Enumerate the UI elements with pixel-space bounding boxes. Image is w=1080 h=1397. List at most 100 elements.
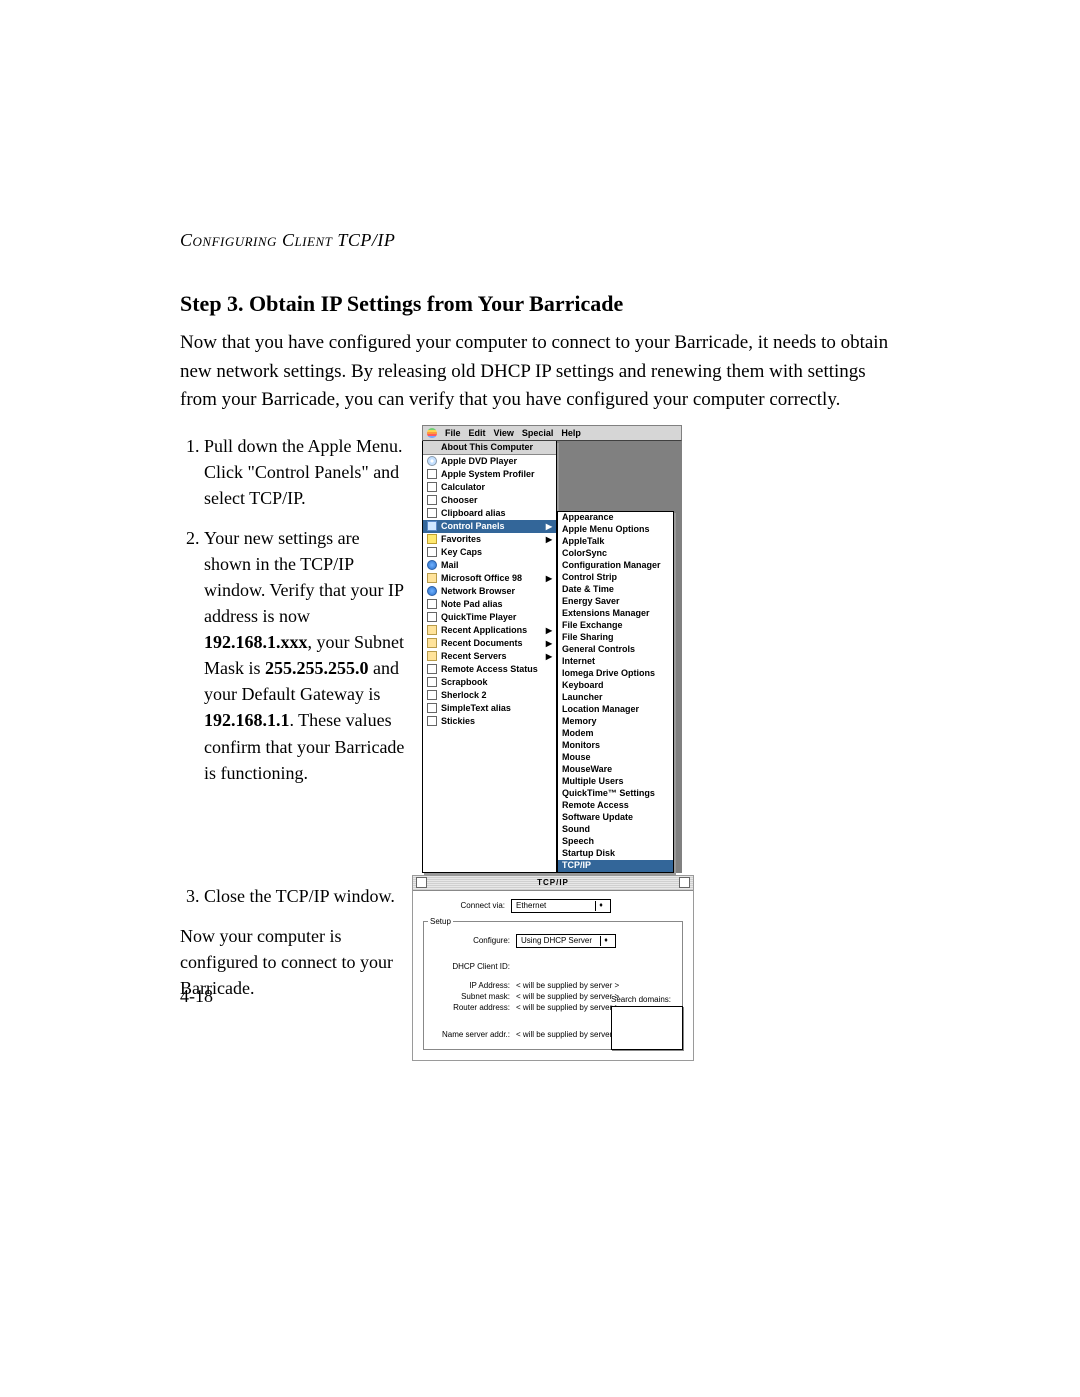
closing-paragraph: Now your computer is configured to conne… [180, 923, 410, 1001]
apple-menu-item[interactable]: Remote Access Status [423, 663, 556, 676]
apple-menu-item[interactable]: QuickTime Player [423, 611, 556, 624]
control-panel-item[interactable]: TCP/IP [558, 860, 673, 872]
apple-menu-item-label: Chooser [441, 495, 478, 505]
control-panel-item[interactable]: File Exchange [558, 620, 673, 632]
apple-menu-item-label: Recent Documents [441, 638, 523, 648]
control-panel-item[interactable]: Iomega Drive Options [558, 668, 673, 680]
step-3: Close the TCP/IP window. [204, 883, 410, 909]
control-panel-item[interactable]: Speech [558, 836, 673, 848]
control-panel-item[interactable]: Internet [558, 656, 673, 668]
submenu-arrow-icon: ▶ [546, 574, 552, 583]
router-value: < will be supplied by server > [516, 1003, 619, 1012]
menu-item-icon [427, 677, 437, 687]
control-panel-item[interactable]: Apple Menu Options [558, 524, 673, 536]
row-steps-bottom: Close the TCP/IP window. Now your comput… [180, 875, 900, 1061]
tcpip-window-screenshot: TCP/IP Connect via: Ethernet ♦ Setup Con… [412, 875, 694, 1061]
control-panel-item[interactable]: Control Strip [558, 572, 673, 584]
configure-label: Configure: [428, 936, 516, 945]
control-panel-item[interactable]: Extensions Manager [558, 608, 673, 620]
apple-menu-item[interactable]: Recent Servers▶ [423, 650, 556, 663]
apple-menu-item-label: Recent Servers [441, 651, 507, 661]
control-panel-item[interactable]: Monitors [558, 740, 673, 752]
configure-combo[interactable]: Using DHCP Server ♦ [516, 934, 616, 948]
subnet-label: Subnet mask: [428, 992, 516, 1001]
apple-menu-dropdown: About This Computer Apple DVD Player Appl… [422, 441, 557, 873]
apple-menu-item[interactable]: Control Panels▶ [423, 520, 556, 533]
connect-via-combo[interactable]: Ethernet ♦ [511, 899, 611, 913]
apple-menu-item[interactable]: SimpleText alias [423, 702, 556, 715]
ip-address-value: < will be supplied by server > [516, 981, 619, 990]
apple-menu-item-label: Sherlock 2 [441, 690, 487, 700]
apple-menu-title-label: About This Computer [441, 442, 533, 452]
step-1: Pull down the Apple Menu. Click "Control… [204, 433, 410, 511]
control-panel-item[interactable]: AppleTalk [558, 536, 673, 548]
setup-legend: Setup [428, 917, 453, 926]
control-panel-item[interactable]: MouseWare [558, 764, 673, 776]
menu-item-icon [427, 482, 437, 492]
menu-help: Help [561, 428, 581, 438]
control-panel-item[interactable]: Location Manager [558, 704, 673, 716]
submenu-arrow-icon: ▶ [546, 522, 552, 531]
apple-menu-item[interactable]: Favorites▶ [423, 533, 556, 546]
menu-item-icon [427, 612, 437, 622]
apple-menu-item[interactable]: Mail [423, 559, 556, 572]
apple-menu-item[interactable]: Microsoft Office 98 ▶ [423, 572, 556, 585]
search-domains-box[interactable] [611, 1006, 683, 1050]
apple-menu-item[interactable]: Apple DVD Player [423, 455, 556, 468]
menu-item-icon [427, 534, 437, 544]
router-label: Router address: [428, 1003, 516, 1012]
menu-item-icon [427, 599, 437, 609]
zoom-box-icon [679, 877, 690, 888]
control-panel-item[interactable]: ColorSync [558, 548, 673, 560]
apple-menu-item[interactable]: Network Browser [423, 585, 556, 598]
tcpip-title: TCP/IP [431, 878, 675, 887]
menu-item-icon [427, 664, 437, 674]
apple-menu-item[interactable]: Key Caps [423, 546, 556, 559]
control-panel-item[interactable]: Startup Disk [558, 848, 673, 860]
apple-menu-item-label: Mail [441, 560, 459, 570]
control-panel-item[interactable]: Appearance [558, 512, 673, 524]
apple-menu-item[interactable]: Recent Applications ▶ [423, 624, 556, 637]
menu-item-icon [427, 625, 437, 635]
control-panel-item[interactable]: Remote Access [558, 800, 673, 812]
connect-via-value: Ethernet [516, 901, 546, 910]
apple-menu-item[interactable]: Stickies [423, 715, 556, 728]
apple-menu-item[interactable]: Scrapbook [423, 676, 556, 689]
apple-menu-item[interactable]: Apple System Profiler [423, 468, 556, 481]
control-panel-item[interactable]: Date & Time [558, 584, 673, 596]
menu-item-icon [427, 651, 437, 661]
control-panel-item[interactable]: File Sharing [558, 632, 673, 644]
control-panel-item[interactable]: Launcher [558, 692, 673, 704]
control-panel-item[interactable]: Energy Saver [558, 596, 673, 608]
apple-logo-icon [427, 428, 437, 438]
control-panel-item[interactable]: Multiple Users [558, 776, 673, 788]
menu-file: File [445, 428, 461, 438]
mac-menubar: File Edit View Special Help [422, 425, 682, 441]
control-panel-item[interactable]: General Controls [558, 644, 673, 656]
control-panel-item[interactable]: Keyboard [558, 680, 673, 692]
control-panel-item[interactable]: Modem [558, 728, 673, 740]
control-panel-item[interactable]: Memory [558, 716, 673, 728]
apple-menu-item[interactable]: Calculator [423, 481, 556, 494]
control-panel-item[interactable]: Sound [558, 824, 673, 836]
apple-menu-item[interactable]: Note Pad alias [423, 598, 556, 611]
apple-menu-item[interactable]: Recent Documents▶ [423, 637, 556, 650]
apple-menu-item[interactable]: Sherlock 2 [423, 689, 556, 702]
menu-item-icon [427, 573, 437, 583]
control-panel-item[interactable]: Mouse [558, 752, 673, 764]
control-panel-item[interactable]: Configuration Manager [558, 560, 673, 572]
menu-item-icon [427, 560, 437, 570]
connect-via-label: Connect via: [423, 901, 511, 910]
apple-menu-item-label: Apple DVD Player [441, 456, 517, 466]
apple-menu-item[interactable]: Clipboard alias [423, 507, 556, 520]
configure-value: Using DHCP Server [521, 936, 592, 945]
control-panel-item[interactable]: Software Update [558, 812, 673, 824]
apple-menu-item-label: Microsoft Office 98 [441, 573, 522, 583]
submenu-arrow-icon: ▶ [546, 626, 552, 635]
running-header: Configuring Client TCP/IP [180, 230, 900, 251]
apple-menu-item[interactable]: Chooser [423, 494, 556, 507]
combo-arrow-icon: ♦ [600, 936, 611, 946]
control-panel-item[interactable]: QuickTime™ Settings [558, 788, 673, 800]
apple-menu-item-label: Favorites [441, 534, 481, 544]
apple-menu-item-label: Recent Applications [441, 625, 527, 635]
